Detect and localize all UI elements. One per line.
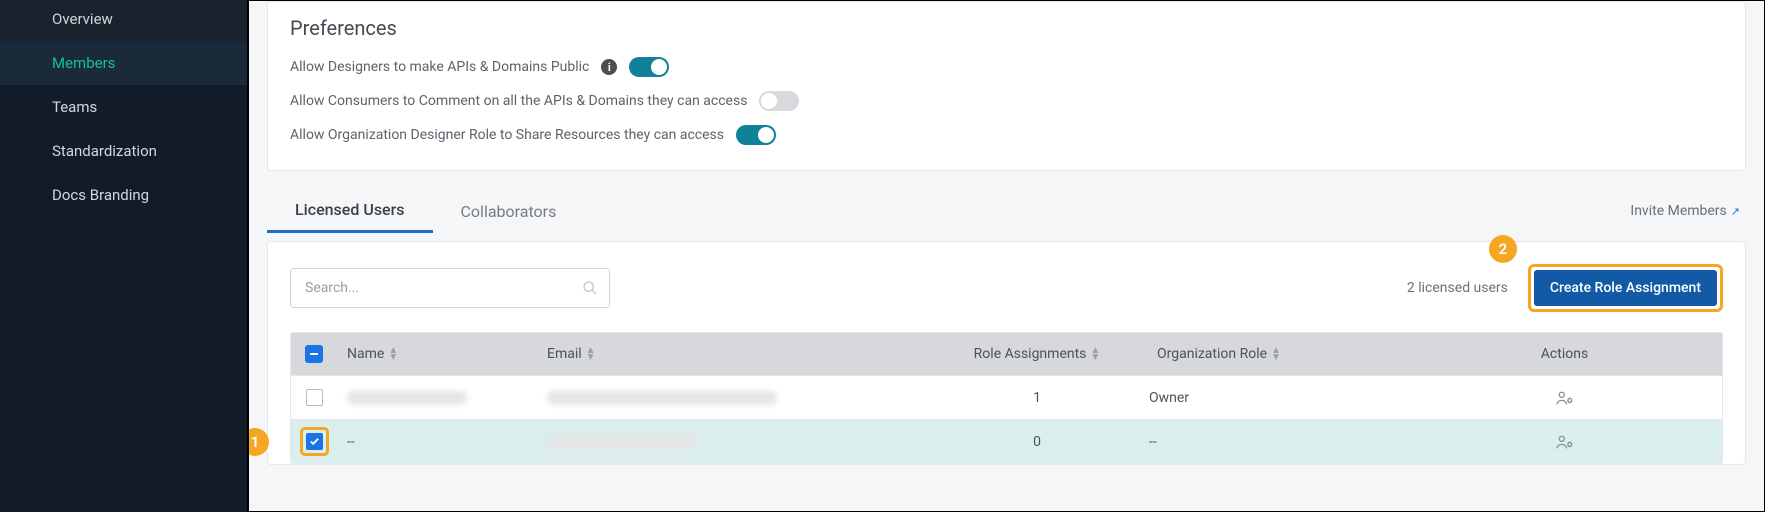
- sidebar-item-teams[interactable]: Teams: [0, 85, 247, 129]
- tab-licensed-users[interactable]: Licensed Users: [267, 189, 433, 233]
- users-toolbar: 2 licensed users Create Role Assignment …: [290, 264, 1723, 312]
- sidebar-item-standardization[interactable]: Standardization: [0, 129, 247, 173]
- col-header-role-assignments[interactable]: Role Assignments ▲▼: [927, 346, 1147, 362]
- role-assignments-value: 0: [1033, 434, 1041, 450]
- name-value: --: [347, 434, 355, 450]
- sort-icon: ▲▼: [586, 347, 596, 361]
- user-settings-icon[interactable]: [1555, 434, 1575, 450]
- preferences-title: Preferences: [290, 16, 1723, 40]
- external-link-icon: ↗: [1731, 205, 1740, 218]
- preferences-card: Preferences Allow Designers to make APIs…: [267, 1, 1746, 171]
- col-header-name-label: Name: [347, 346, 384, 362]
- col-header-actions: Actions: [1407, 346, 1722, 362]
- licensed-users-count: 2 licensed users: [1407, 280, 1508, 296]
- pref-label: Allow Consumers to Comment on all the AP…: [290, 93, 747, 109]
- col-header-name[interactable]: Name ▲▼: [337, 346, 537, 362]
- redacted-name: [347, 391, 467, 405]
- table-header: Name ▲▼ Email ▲▼ Role Assignments ▲▼ Org…: [291, 333, 1722, 375]
- tabs-bar: Licensed Users Collaborators Invite Memb…: [249, 189, 1764, 233]
- user-settings-icon[interactable]: [1555, 390, 1575, 406]
- row-checkbox-highlight: [300, 427, 329, 456]
- create-role-assignment-highlight: Create Role Assignment 2: [1528, 264, 1723, 312]
- col-header-email-label: Email: [547, 346, 582, 362]
- sidebar: Overview Members Teams Standardization D…: [0, 0, 248, 512]
- org-role-value: --: [1149, 434, 1157, 450]
- sidebar-item-members[interactable]: Members: [0, 41, 247, 85]
- invite-members-link[interactable]: Invite Members ↗: [1630, 203, 1746, 219]
- create-role-assignment-button[interactable]: Create Role Assignment: [1534, 270, 1717, 306]
- sort-icon: ▲▼: [388, 347, 398, 361]
- table-row: -- 0 -- 1: [291, 419, 1722, 463]
- pref-row-consumer-comment: Allow Consumers to Comment on all the AP…: [290, 84, 1723, 118]
- toggle-designer-share[interactable]: [736, 125, 776, 145]
- pref-label: Allow Organization Designer Role to Shar…: [290, 127, 724, 143]
- org-role-value: Owner: [1149, 390, 1189, 406]
- callout-one: 1: [248, 428, 269, 456]
- row-checkbox[interactable]: [306, 389, 323, 406]
- col-header-role-assignments-label: Role Assignments: [974, 346, 1087, 362]
- sort-icon: ▲▼: [1090, 347, 1100, 361]
- table-row: 1 Owner: [291, 375, 1722, 419]
- users-card: 2 licensed users Create Role Assignment …: [267, 241, 1746, 465]
- redacted-email: [547, 435, 697, 449]
- info-icon[interactable]: i: [601, 59, 617, 75]
- search-input[interactable]: [290, 268, 610, 308]
- select-all-checkbox[interactable]: [305, 345, 323, 363]
- main-content: Preferences Allow Designers to make APIs…: [248, 0, 1765, 512]
- toggle-public-apis[interactable]: [629, 57, 669, 77]
- pref-label: Allow Designers to make APIs & Domains P…: [290, 59, 589, 75]
- pref-row-public-apis: Allow Designers to make APIs & Domains P…: [290, 50, 1723, 84]
- pref-row-designer-share: Allow Organization Designer Role to Shar…: [290, 118, 1723, 152]
- callout-two: 2: [1489, 235, 1517, 263]
- col-header-email[interactable]: Email ▲▼: [537, 346, 927, 362]
- users-table: Name ▲▼ Email ▲▼ Role Assignments ▲▼ Org…: [290, 332, 1723, 464]
- sidebar-item-overview[interactable]: Overview: [0, 0, 247, 41]
- role-assignments-value: 1: [1033, 390, 1041, 406]
- toggle-consumer-comment[interactable]: [759, 91, 799, 111]
- sidebar-item-docs-branding[interactable]: Docs Branding: [0, 173, 247, 217]
- sort-icon: ▲▼: [1271, 347, 1281, 361]
- redacted-email: [547, 391, 777, 405]
- row-checkbox[interactable]: [306, 433, 323, 450]
- tab-collaborators[interactable]: Collaborators: [433, 189, 585, 233]
- invite-members-label: Invite Members: [1630, 203, 1726, 219]
- col-header-actions-label: Actions: [1541, 346, 1588, 362]
- search-wrap: [290, 268, 610, 308]
- col-header-org-role[interactable]: Organization Role ▲▼: [1147, 346, 1407, 362]
- col-header-org-role-label: Organization Role: [1157, 346, 1267, 362]
